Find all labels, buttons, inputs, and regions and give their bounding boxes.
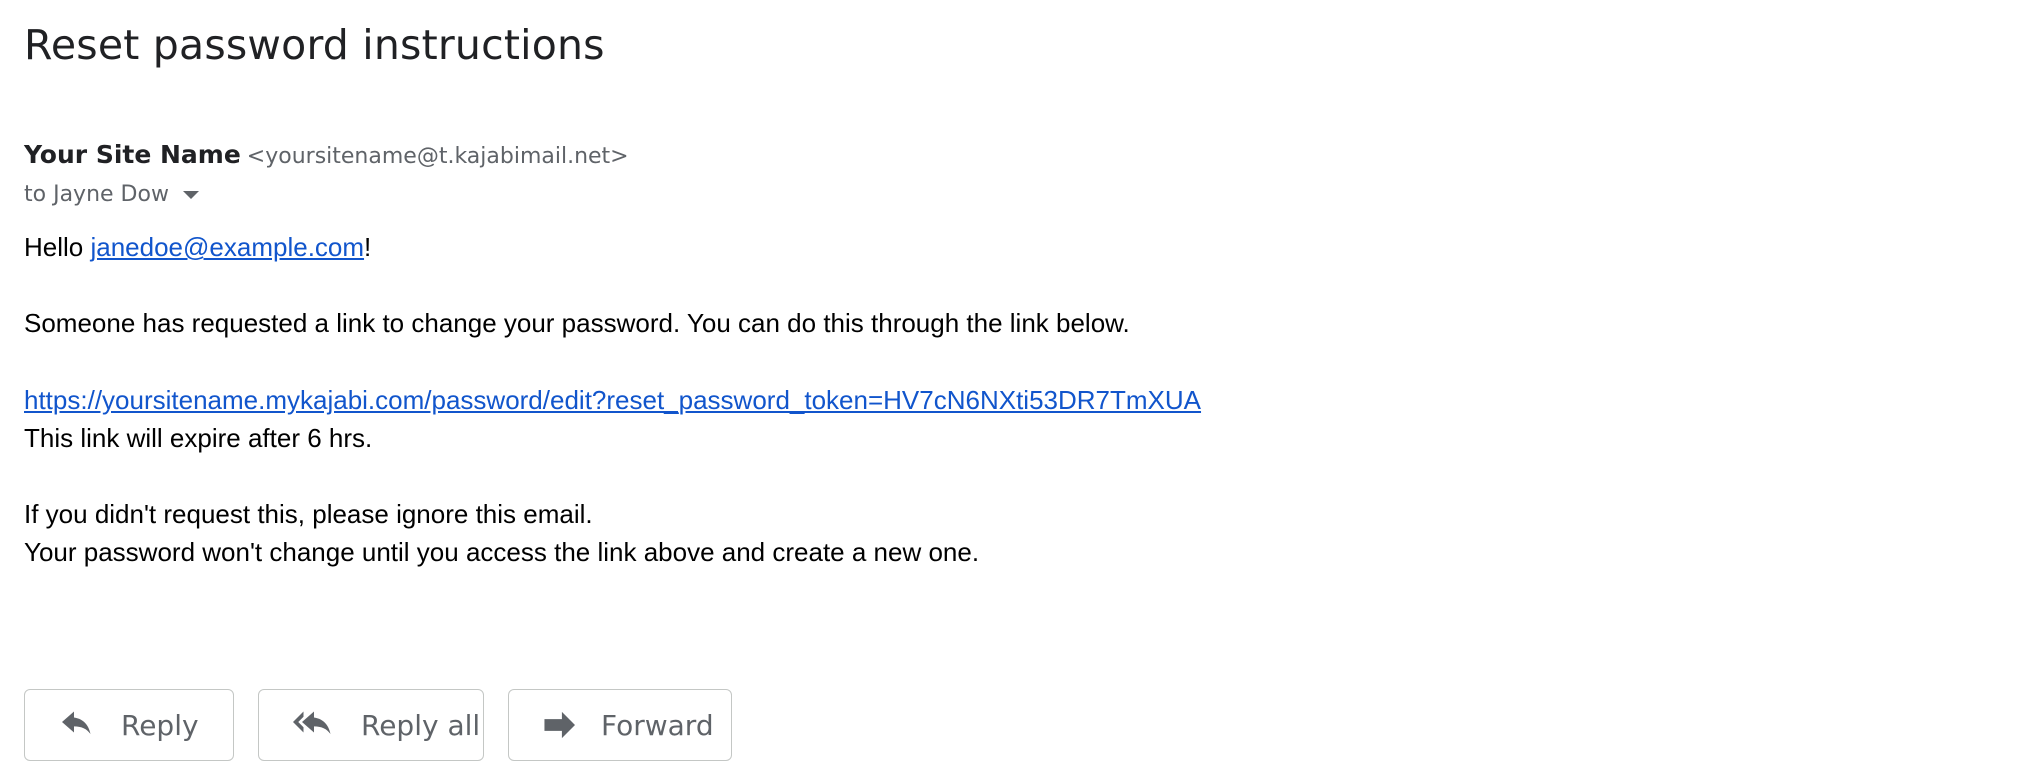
greeting-line: Hello janedoe@example.com! <box>24 228 371 266</box>
recipient-details-toggle[interactable]: to Jayne Dow <box>24 176 199 212</box>
sender-line: Your Site Name <yoursitename@t.kajabimail… <box>24 136 629 174</box>
reply-all-button[interactable]: Reply all <box>258 689 484 761</box>
email-actions: Reply Reply all Forward <box>24 689 756 761</box>
reply-all-icon <box>293 711 335 739</box>
no-change-line: Your password won't change until you acc… <box>24 537 980 567</box>
forward-icon <box>543 711 575 739</box>
reply-all-button-label: Reply all <box>361 708 481 742</box>
reset-password-link[interactable]: https://yoursitename.mykajabi.com/passwo… <box>24 385 1201 415</box>
reply-icon <box>59 711 95 739</box>
request-paragraph: Someone has requested a link to change y… <box>24 308 1130 338</box>
sender-email[interactable]: <yoursitename@t.kajabimail.net> <box>247 144 629 169</box>
greeting-prefix: Hello <box>24 232 91 262</box>
expiry-line: This link will expire after 6 hrs. <box>24 423 373 453</box>
email-subject: Reset password instructions <box>24 21 605 69</box>
chevron-down-icon[interactable] <box>182 191 199 199</box>
ignore-line: If you didn't request this, please ignor… <box>24 499 593 529</box>
forward-button[interactable]: Forward <box>508 689 732 761</box>
reply-button[interactable]: Reply <box>24 689 234 761</box>
reply-button-label: Reply <box>121 708 199 742</box>
greeting-email-link[interactable]: janedoe@example.com <box>90 232 364 262</box>
sender-name[interactable]: Your Site Name <box>24 140 241 169</box>
forward-button-label: Forward <box>601 708 714 742</box>
greeting-suffix: ! <box>364 232 372 262</box>
recipient-text: to Jayne Dow <box>24 181 169 207</box>
reset-link-paragraph: https://yoursitename.mykajabi.com/passwo… <box>24 381 1201 419</box>
